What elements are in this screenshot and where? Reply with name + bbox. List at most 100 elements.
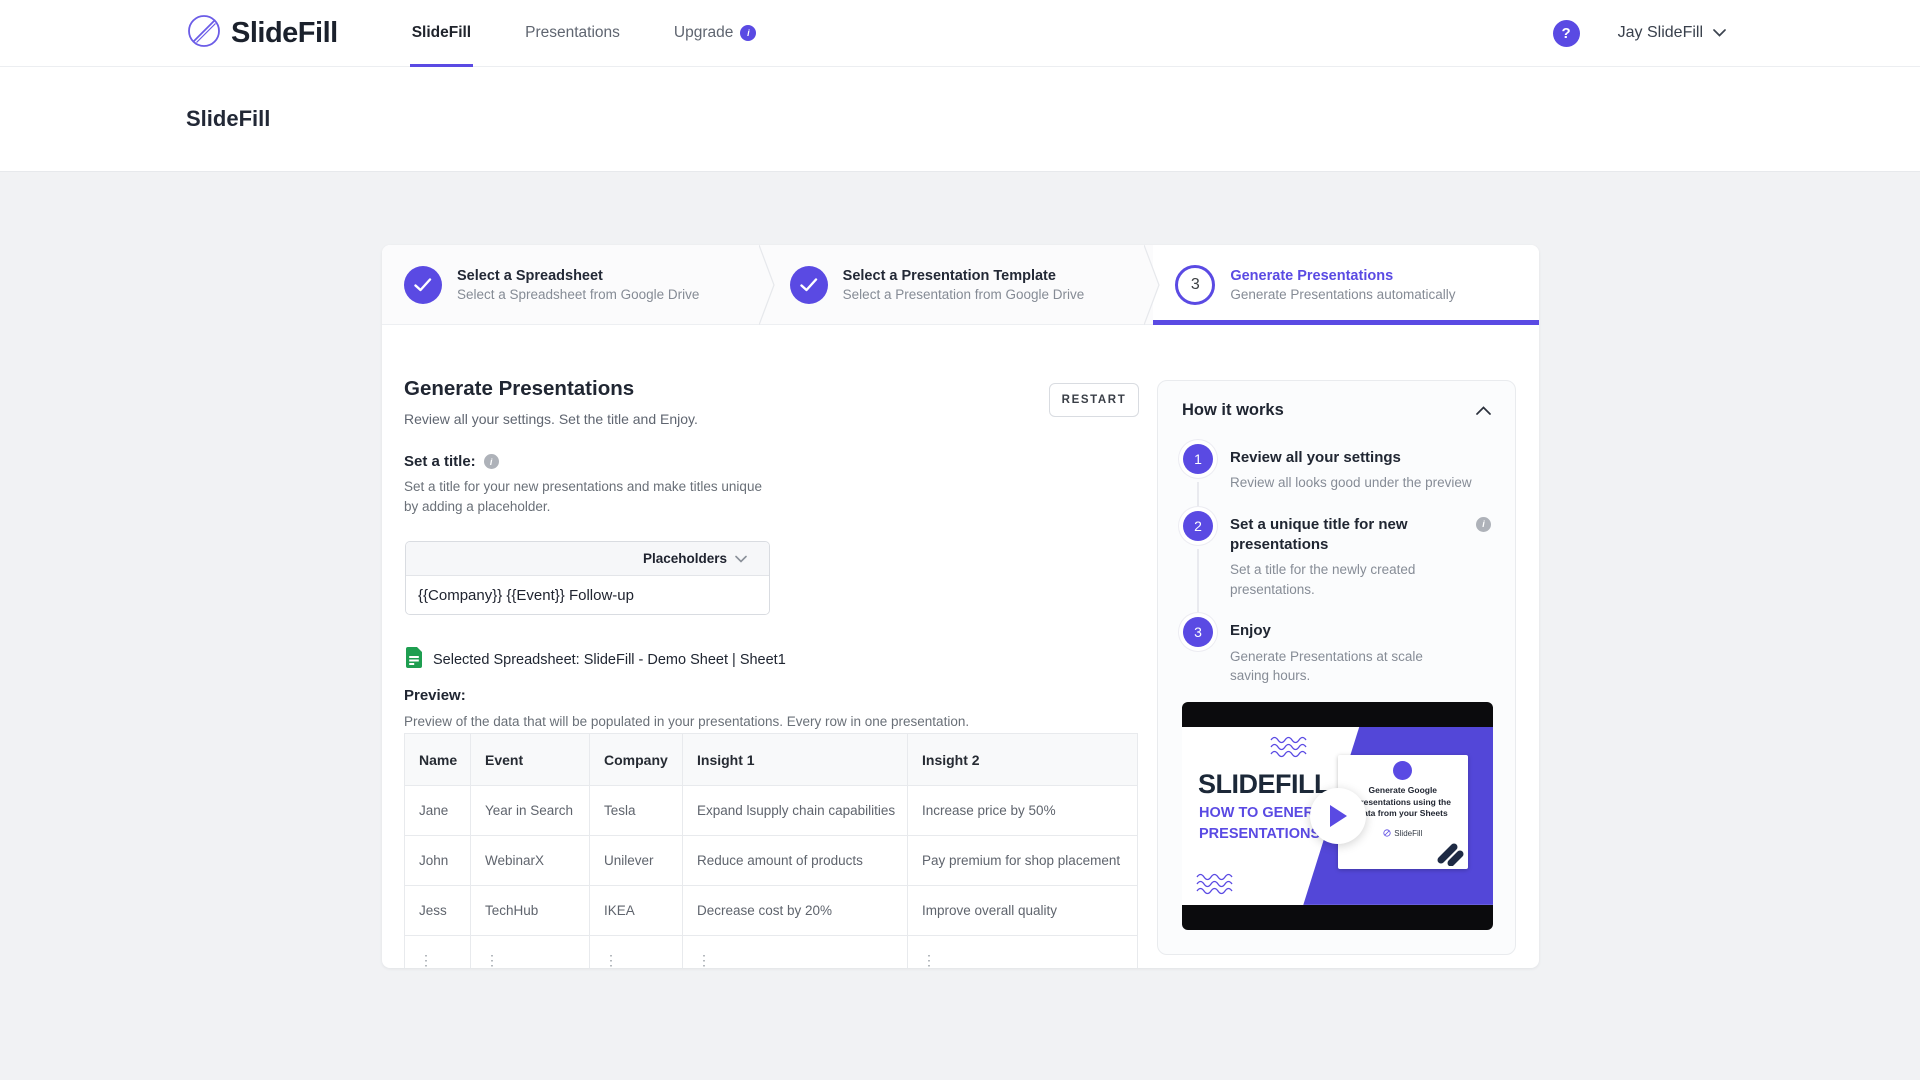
- check-icon: [790, 266, 828, 304]
- placeholders-label: Placeholders: [643, 551, 727, 566]
- step-subtitle: Select a Spreadsheet from Google Drive: [457, 287, 699, 302]
- brand-name: SlideFill: [231, 17, 338, 50]
- cell: ⋮: [908, 936, 1138, 969]
- main-card: Select a Spreadsheet Select a Spreadshee…: [382, 245, 1539, 968]
- step-rail: 1: [1182, 444, 1214, 511]
- cell: WebinarX: [471, 836, 590, 886]
- slidefill-logo-icon: [186, 13, 222, 54]
- video-letterbox: [1182, 702, 1493, 727]
- step-text: Select a Spreadsheet Select a Spreadshee…: [457, 268, 699, 302]
- cell: John: [405, 836, 471, 886]
- video-frame: SLIDEFILL HOW TO GENERATE PRESENTATIONS …: [1182, 727, 1493, 905]
- column-header: Name: [405, 734, 471, 786]
- step-number-badge: 1: [1183, 444, 1213, 474]
- nav-item-upgrade[interactable]: Upgrade i: [672, 0, 758, 67]
- tutorial-video-thumbnail[interactable]: SLIDEFILL HOW TO GENERATE PRESENTATIONS …: [1182, 702, 1493, 930]
- step-title-row: Set a unique title for new presentations…: [1230, 515, 1491, 561]
- selected-spreadsheet-text: Selected Spreadsheet: SlideFill - Demo S…: [433, 652, 786, 668]
- section-subheading: Review all your settings. Set the title …: [404, 411, 698, 427]
- generate-section: Generate Presentations Review all your s…: [382, 325, 1139, 968]
- upgrade-info-icon[interactable]: i: [740, 25, 756, 41]
- cell: Jess: [405, 886, 471, 936]
- nav-item-presentations[interactable]: Presentations: [523, 0, 622, 67]
- preview-table: Name Event Company Insight 1 Insight 2 J…: [404, 733, 1138, 968]
- video-brand-text: SLIDEFILL: [1198, 769, 1330, 800]
- step-separator-icon: [759, 245, 777, 325]
- arrow-logo-icon: [1434, 836, 1464, 866]
- step-text: Generate Presentations Generate Presenta…: [1230, 268, 1455, 302]
- step-title: Set a unique title for new presentations: [1230, 515, 1455, 556]
- nav-right: ? Jay SlideFill: [1553, 20, 1726, 47]
- hiw-step-3: 3 Enjoy Generate Presentations at scale …: [1182, 617, 1491, 691]
- cell: Increase price by 50%: [908, 786, 1138, 836]
- step-description: Generate Presentations at scale saving h…: [1230, 647, 1465, 686]
- step-number-badge: 3: [1175, 265, 1215, 305]
- selected-spreadsheet-row: Selected Spreadsheet: SlideFill - Demo S…: [406, 647, 786, 673]
- step-subtitle: Select a Presentation from Google Drive: [843, 287, 1085, 302]
- step-title: Select a Spreadsheet: [457, 268, 699, 284]
- circle-decoration: [1393, 761, 1412, 780]
- page-title: SlideFill: [186, 106, 270, 132]
- hiw-step-1: 1 Review all your settings Review all lo…: [1182, 444, 1491, 511]
- restart-button[interactable]: RESTART: [1049, 383, 1139, 417]
- hiw-step-2: 2 Set a unique title for new presentatio…: [1182, 511, 1491, 618]
- cell: ⋮: [405, 936, 471, 969]
- top-navbar: SlideFill SlideFill Presentations Upgrad…: [0, 0, 1920, 67]
- active-step-indicator: [1153, 320, 1539, 325]
- cell: Pay premium for shop placement: [908, 836, 1138, 886]
- brand-logo[interactable]: SlideFill: [186, 13, 338, 54]
- section-heading: Generate Presentations: [404, 377, 634, 401]
- user-name: Jay SlideFill: [1618, 24, 1703, 42]
- table-row-ellipsis: ⋮ ⋮ ⋮ ⋮ ⋮: [405, 936, 1138, 969]
- cell: IKEA: [590, 886, 683, 936]
- set-title-label: Set a title:: [404, 453, 476, 470]
- preview-label: Preview:: [404, 687, 466, 704]
- cell: Expand lsupply chain capabilities: [683, 786, 908, 836]
- step-separator-icon: [1144, 245, 1162, 325]
- chevron-down-icon: [735, 550, 747, 568]
- table-row: John WebinarX Unilever Reduce amount of …: [405, 836, 1138, 886]
- cell: Jane: [405, 786, 471, 836]
- step-body: Enjoy Generate Presentations at scale sa…: [1230, 617, 1491, 691]
- info-icon[interactable]: i: [484, 454, 499, 469]
- video-title-line2-text: PRESENTATIONS: [1199, 826, 1320, 842]
- cell: Year in Search: [471, 786, 590, 836]
- step-description: Review all looks good under the preview: [1230, 473, 1491, 493]
- column-header: Insight 2: [908, 734, 1138, 786]
- chevron-up-icon[interactable]: [1476, 402, 1491, 420]
- stepper-step-3[interactable]: 3 Generate Presentations Generate Presen…: [1153, 245, 1539, 325]
- google-sheets-icon: [406, 647, 422, 673]
- how-it-works-card: How it works 1 Review all your settings …: [1157, 380, 1516, 955]
- set-title-row: Set a title: i: [404, 453, 499, 470]
- check-icon: [404, 266, 442, 304]
- wave-decoration-icon: [1270, 736, 1312, 760]
- column-header: Insight 1: [683, 734, 908, 786]
- step-title: Select a Presentation Template: [843, 268, 1085, 284]
- placeholders-dropdown[interactable]: Placeholders: [406, 542, 769, 576]
- cell: Decrease cost by 20%: [683, 886, 908, 936]
- stepper-step-2[interactable]: Select a Presentation Template Select a …: [768, 245, 1154, 325]
- nav-item-slidefill[interactable]: SlideFill: [410, 0, 473, 67]
- cell: ⋮: [590, 936, 683, 969]
- table-header-row: Name Event Company Insight 1 Insight 2: [405, 734, 1138, 786]
- stepper-step-1[interactable]: Select a Spreadsheet Select a Spreadshee…: [382, 245, 768, 325]
- video-slide-brand-text: SlideFill: [1394, 829, 1422, 838]
- step-body: Review all your settings Review all look…: [1230, 444, 1491, 511]
- how-it-works-header: How it works: [1182, 401, 1491, 420]
- step-connector: [1197, 549, 1199, 618]
- table-row: Jess TechHub IKEA Decrease cost by 20% I…: [405, 886, 1138, 936]
- cell: Tesla: [590, 786, 683, 836]
- title-input[interactable]: [406, 576, 769, 614]
- step-body: Set a unique title for new presentations…: [1230, 511, 1491, 618]
- title-input-widget: Placeholders: [405, 541, 770, 615]
- info-icon[interactable]: i: [1476, 517, 1491, 532]
- play-button[interactable]: [1310, 788, 1366, 844]
- user-menu[interactable]: Jay SlideFill: [1618, 24, 1726, 42]
- help-icon[interactable]: ?: [1553, 20, 1580, 47]
- step-number-badge: 2: [1183, 511, 1213, 541]
- step-subtitle: Generate Presentations automatically: [1230, 287, 1455, 302]
- page-header: SlideFill: [0, 67, 1920, 172]
- preview-description: Preview of the data that will be populat…: [404, 714, 969, 729]
- cell: Improve overall quality: [908, 886, 1138, 936]
- wave-decoration-icon: [1196, 873, 1238, 897]
